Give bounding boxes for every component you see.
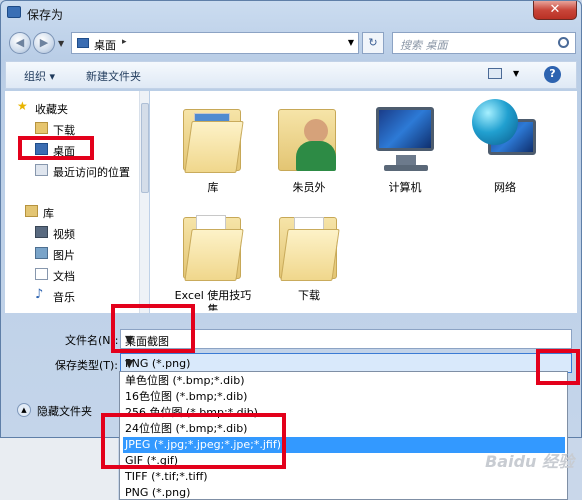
back-button[interactable]: ◀ [9, 32, 31, 54]
network-icon [470, 97, 540, 173]
list-item[interactable]: 朱员外 [266, 93, 352, 203]
music-icon: ♪ [35, 287, 44, 302]
list-item[interactable]: Excel 使用技巧集 锦——163种技... [170, 201, 256, 311]
sidebar-item-label: 视频 [53, 228, 75, 241]
computer-icon [370, 97, 440, 173]
help-button[interactable]: ? [544, 66, 561, 83]
command-bar: 组织 ▾ 新建文件夹 ▼ ? [5, 61, 577, 89]
filetype-option[interactable]: 16色位图 (*.bmp;*.dib) [123, 389, 565, 405]
sidebar-item-label: 收藏夹 [35, 103, 68, 116]
sidebar-item-label: 音乐 [53, 291, 75, 304]
search-icon[interactable] [558, 37, 569, 48]
hide-folders-label: 隐藏文件夹 [37, 405, 92, 418]
sidebar-item-label: 文档 [53, 270, 75, 283]
close-button[interactable]: ✕ [533, 1, 577, 20]
window-title: 保存为 [27, 8, 64, 22]
item-label: 朱员外 [292, 181, 326, 194]
sidebar-scrollbar[interactable] [139, 91, 149, 313]
scrollbar-thumb[interactable] [141, 103, 149, 193]
star-icon: ★ [17, 99, 28, 113]
filetype-select[interactable]: PNG (*.png) ▼ [120, 353, 572, 373]
chevron-down-icon[interactable]: ▼ [125, 357, 566, 370]
view-icon[interactable] [488, 68, 502, 79]
search-placeholder: 搜索 桌面 [400, 39, 448, 52]
item-label: 计算机 [388, 181, 422, 194]
address-bar[interactable]: 桌面 ▸ ▼ [71, 32, 359, 54]
item-label: 库 [207, 181, 219, 194]
video-icon [35, 226, 48, 238]
library-icon [25, 205, 38, 217]
sidebar-item-label: 图片 [53, 249, 75, 262]
new-folder-button[interactable]: 新建文件夹 [86, 68, 141, 84]
pictures-icon [35, 247, 48, 259]
history-dropdown-icon[interactable]: ▼ [58, 39, 64, 48]
list-item[interactable]: 下载 [266, 201, 352, 311]
list-item[interactable]: 计算机 [362, 93, 448, 203]
refresh-button[interactable]: ↻ [362, 32, 384, 54]
window-icon [7, 6, 21, 18]
forward-button[interactable]: ▶ [33, 32, 55, 54]
folder-icon [274, 205, 344, 281]
sidebar-item-label: 最近访问的位置 [53, 166, 130, 179]
filetype-label: 保存类型(T): [55, 359, 119, 372]
highlight-filename [111, 304, 195, 353]
list-item[interactable]: 库 [170, 93, 256, 203]
highlight-dropdown [536, 349, 580, 385]
library-folder-icon [178, 97, 248, 173]
downloads-icon [35, 122, 48, 134]
highlight-jpeg-gif [101, 413, 286, 469]
hide-folders-button[interactable]: ▲ 隐藏文件夹 [17, 401, 107, 419]
item-label: 下载 [298, 289, 320, 302]
address-text: 桌面 [94, 39, 116, 52]
search-input[interactable]: 搜索 桌面 [392, 32, 576, 54]
filetype-option[interactable]: 单色位图 (*.bmp;*.dib) [123, 373, 565, 389]
navigation-bar: ◀ ▶ ▼ 桌面 ▸ ▼ ↻ 搜索 桌面 [1, 27, 581, 57]
filetype-option[interactable]: PNG (*.png) [123, 485, 565, 500]
user-folder-icon [274, 97, 344, 173]
navigation-pane: ★ 收藏夹 下载 桌面 最近访问的位置 库 视频 图片 文档 ♪ 音乐 [5, 91, 149, 313]
folder-icon [178, 205, 248, 281]
sidebar-item-label: 库 [43, 207, 54, 220]
list-item[interactable]: 网络 [462, 93, 548, 203]
view-dropdown-icon[interactable]: ▼ [513, 69, 519, 78]
organize-button[interactable]: 组织 ▾ [24, 68, 55, 84]
chevron-down-icon[interactable]: ▼ [348, 38, 354, 47]
recent-places-icon [35, 164, 48, 176]
documents-icon [35, 268, 48, 280]
title-bar: 保存为 ✕ [1, 1, 581, 25]
desktop-icon [77, 38, 89, 48]
chevron-up-icon: ▲ [17, 403, 31, 417]
chevron-right-icon[interactable]: ▸ [122, 37, 127, 47]
highlight-desktop [18, 136, 94, 160]
watermark: Baidu 经验 [485, 452, 574, 471]
file-list: 库 朱员外 计算机 网络 Excel 使用技巧集 下载 [150, 91, 577, 313]
item-label: 网络 [494, 181, 516, 194]
